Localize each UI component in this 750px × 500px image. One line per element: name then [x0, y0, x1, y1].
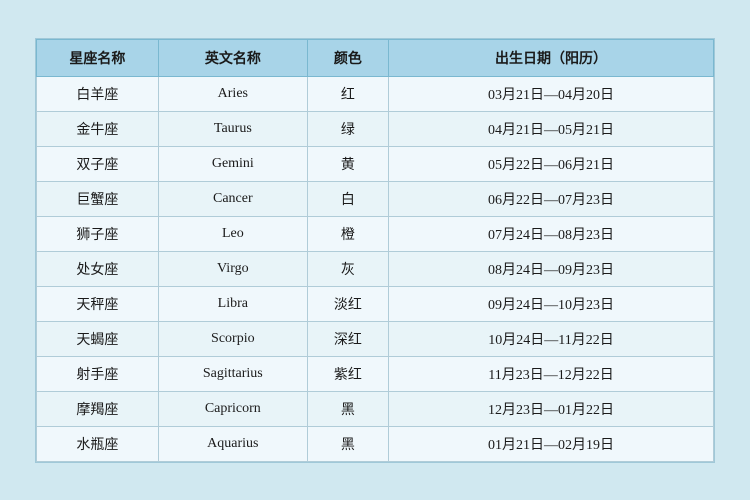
header-chinese-name: 星座名称: [37, 39, 159, 76]
table-row: 天蝎座Scorpio深红10月24日—11月22日: [37, 321, 714, 356]
cell-color: 黑: [307, 426, 388, 461]
cell-english: Sagittarius: [158, 356, 307, 391]
cell-color: 淡红: [307, 286, 388, 321]
header-english-name: 英文名称: [158, 39, 307, 76]
cell-chinese: 处女座: [37, 251, 159, 286]
cell-color: 黑: [307, 391, 388, 426]
cell-date: 12月23日—01月22日: [389, 391, 714, 426]
table-row: 射手座Sagittarius紫红11月23日—12月22日: [37, 356, 714, 391]
cell-color: 绿: [307, 111, 388, 146]
cell-color: 白: [307, 181, 388, 216]
cell-english: Taurus: [158, 111, 307, 146]
cell-english: Libra: [158, 286, 307, 321]
cell-english: Cancer: [158, 181, 307, 216]
cell-chinese: 金牛座: [37, 111, 159, 146]
cell-chinese: 巨蟹座: [37, 181, 159, 216]
cell-color: 橙: [307, 216, 388, 251]
cell-chinese: 水瓶座: [37, 426, 159, 461]
cell-chinese: 天蝎座: [37, 321, 159, 356]
cell-date: 07月24日—08月23日: [389, 216, 714, 251]
cell-chinese: 双子座: [37, 146, 159, 181]
cell-english: Virgo: [158, 251, 307, 286]
cell-chinese: 天秤座: [37, 286, 159, 321]
cell-english: Aquarius: [158, 426, 307, 461]
cell-date: 09月24日—10月23日: [389, 286, 714, 321]
cell-english: Capricorn: [158, 391, 307, 426]
table-body: 白羊座Aries红03月21日—04月20日金牛座Taurus绿04月21日—0…: [37, 76, 714, 461]
cell-chinese: 摩羯座: [37, 391, 159, 426]
table-row: 白羊座Aries红03月21日—04月20日: [37, 76, 714, 111]
cell-chinese: 射手座: [37, 356, 159, 391]
zodiac-table-container: 星座名称 英文名称 颜色 出生日期（阳历） 白羊座Aries红03月21日—04…: [35, 38, 715, 463]
header-color: 颜色: [307, 39, 388, 76]
cell-date: 06月22日—07月23日: [389, 181, 714, 216]
table-header-row: 星座名称 英文名称 颜色 出生日期（阳历）: [37, 39, 714, 76]
cell-chinese: 白羊座: [37, 76, 159, 111]
table-row: 摩羯座Capricorn黑12月23日—01月22日: [37, 391, 714, 426]
cell-color: 红: [307, 76, 388, 111]
cell-date: 01月21日—02月19日: [389, 426, 714, 461]
cell-color: 灰: [307, 251, 388, 286]
zodiac-table: 星座名称 英文名称 颜色 出生日期（阳历） 白羊座Aries红03月21日—04…: [36, 39, 714, 462]
cell-color: 紫红: [307, 356, 388, 391]
table-row: 狮子座Leo橙07月24日—08月23日: [37, 216, 714, 251]
cell-date: 05月22日—06月21日: [389, 146, 714, 181]
table-row: 双子座Gemini黄05月22日—06月21日: [37, 146, 714, 181]
cell-date: 08月24日—09月23日: [389, 251, 714, 286]
table-row: 金牛座Taurus绿04月21日—05月21日: [37, 111, 714, 146]
cell-english: Gemini: [158, 146, 307, 181]
table-row: 处女座Virgo灰08月24日—09月23日: [37, 251, 714, 286]
cell-color: 黄: [307, 146, 388, 181]
cell-date: 11月23日—12月22日: [389, 356, 714, 391]
cell-chinese: 狮子座: [37, 216, 159, 251]
header-date: 出生日期（阳历）: [389, 39, 714, 76]
table-row: 水瓶座Aquarius黑01月21日—02月19日: [37, 426, 714, 461]
cell-date: 03月21日—04月20日: [389, 76, 714, 111]
cell-english: Aries: [158, 76, 307, 111]
table-row: 巨蟹座Cancer白06月22日—07月23日: [37, 181, 714, 216]
table-row: 天秤座Libra淡红09月24日—10月23日: [37, 286, 714, 321]
cell-color: 深红: [307, 321, 388, 356]
cell-date: 10月24日—11月22日: [389, 321, 714, 356]
cell-english: Scorpio: [158, 321, 307, 356]
cell-date: 04月21日—05月21日: [389, 111, 714, 146]
cell-english: Leo: [158, 216, 307, 251]
